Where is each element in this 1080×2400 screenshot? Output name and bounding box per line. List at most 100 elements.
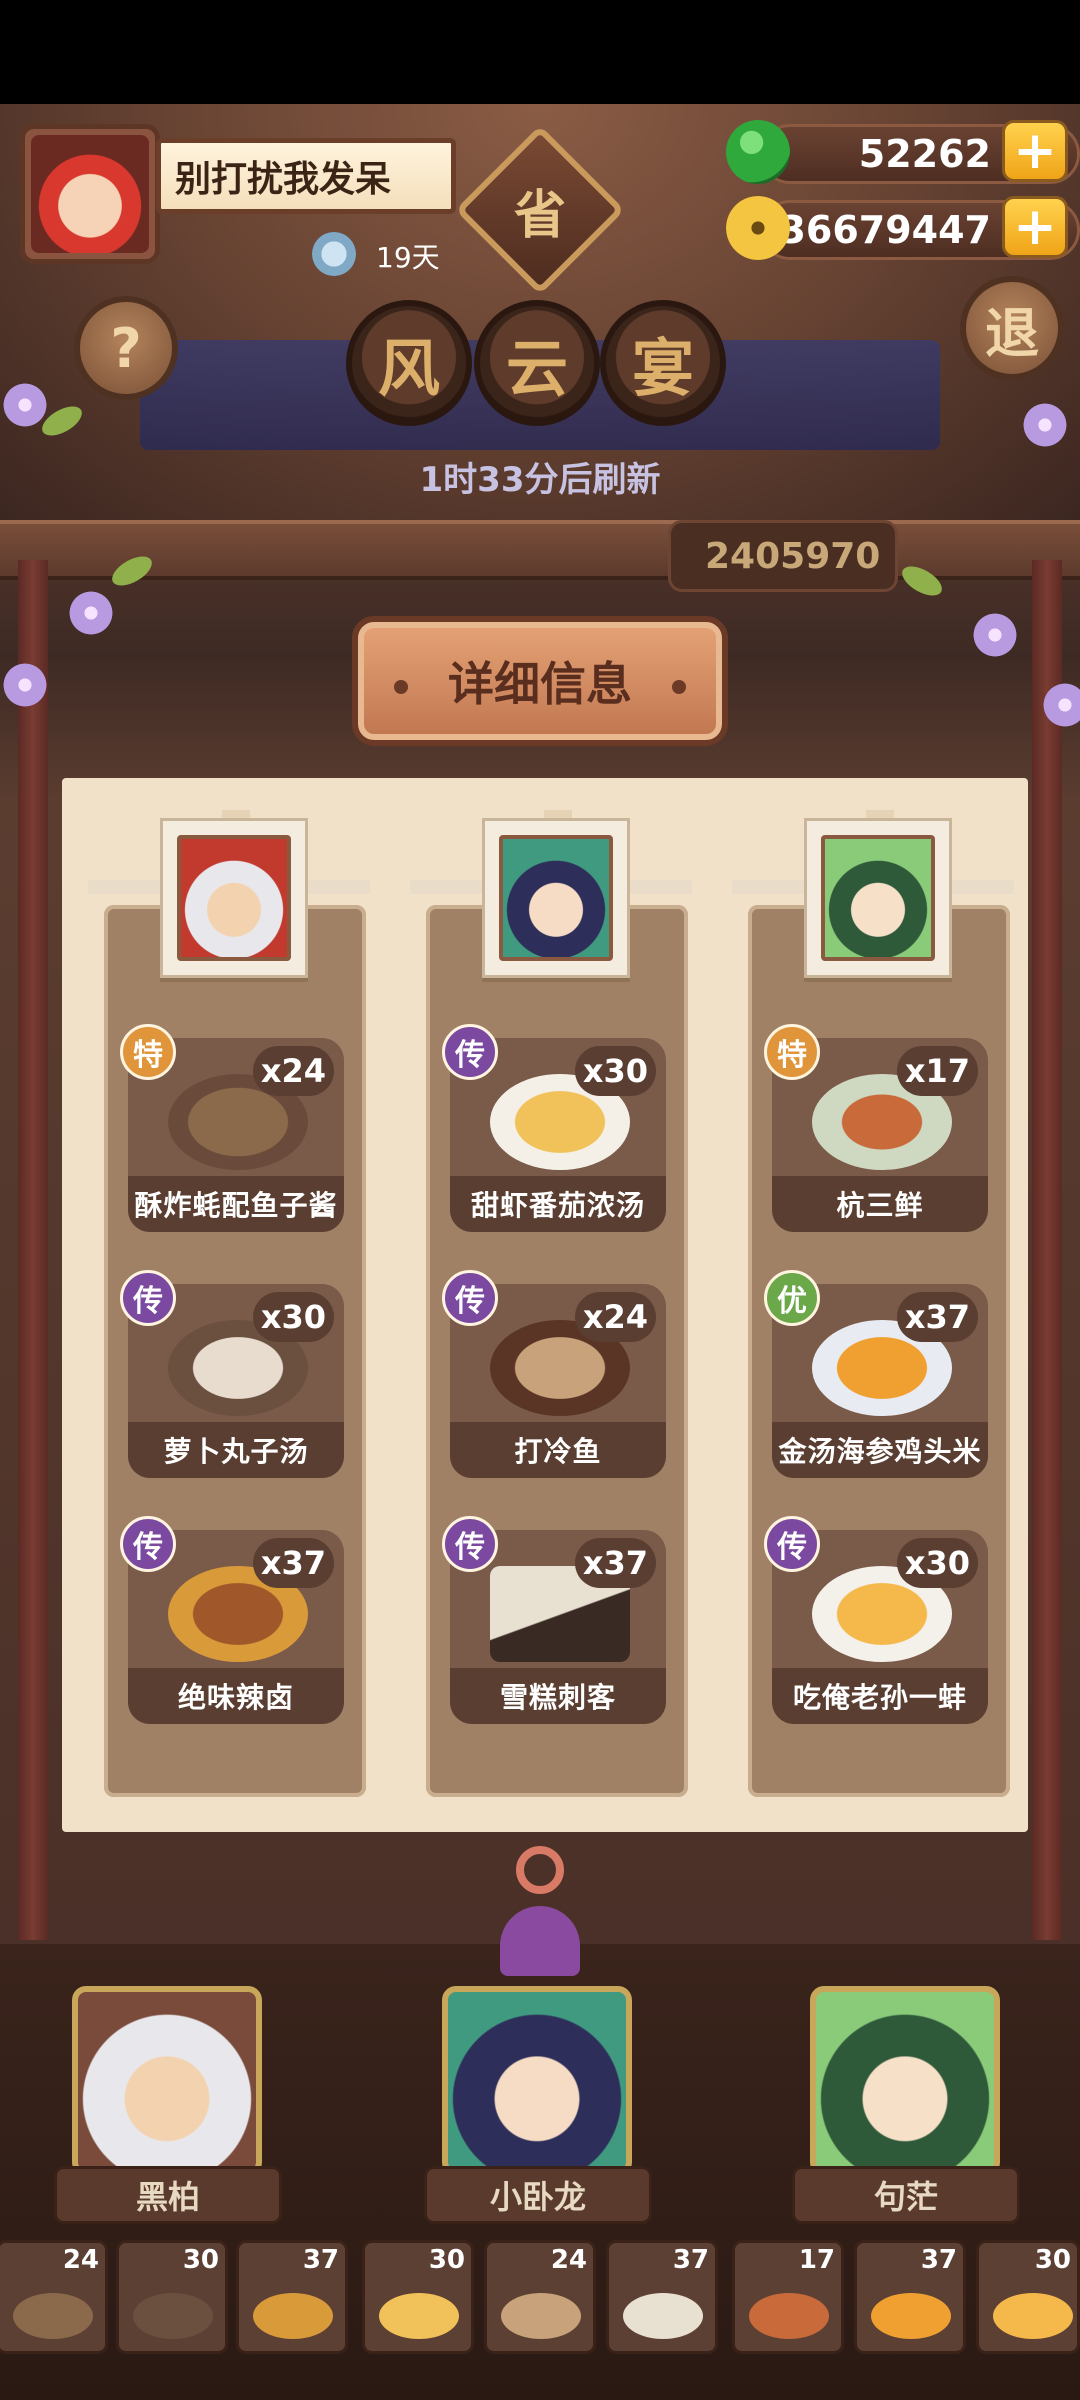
dish-count: x37	[252, 1538, 334, 1588]
dish-card[interactable]: 传 x37 雪糕刺客	[442, 1506, 666, 1726]
tray-dish-image	[993, 2293, 1073, 2339]
dish-card[interactable]: 传 x37 绝味辣卤	[120, 1506, 344, 1726]
dish-name: 雪糕刺客	[450, 1668, 666, 1724]
dish-count: x17	[896, 1046, 978, 1096]
chef-name: 黑柏	[54, 2166, 282, 2224]
chef-card[interactable]	[160, 818, 308, 978]
grade-badge: 传	[120, 1270, 176, 1326]
dish-name: 萝卜丸子汤	[128, 1422, 344, 1478]
player-name: 别打扰我发呆	[156, 138, 456, 214]
tassel-ornament	[500, 1846, 580, 1976]
dish-count: x24	[574, 1292, 656, 1342]
grade-badge: 传	[442, 1516, 498, 1572]
score-plate: 2405970	[668, 520, 898, 592]
tray-dish-image	[13, 2293, 93, 2339]
status-bar	[0, 0, 1080, 104]
tray-dish-count: 24	[62, 2245, 99, 2275]
dish-card[interactable]: 传 x30 萝卜丸子汤	[120, 1260, 344, 1480]
tray-dish-slot[interactable]: 24	[484, 2240, 596, 2354]
tray-dish-slot[interactable]: 30	[362, 2240, 474, 2354]
detail-info-tab[interactable]: 详细信息	[352, 616, 728, 746]
grade-badge: 传	[442, 1270, 498, 1326]
avatar-portrait	[31, 135, 149, 253]
add-jade-button[interactable]: +	[1002, 120, 1068, 182]
tray-dish-image	[871, 2293, 951, 2339]
grade-badge: 特	[120, 1024, 176, 1080]
hourglass-icon	[312, 232, 356, 276]
event-title-char: 宴	[600, 300, 726, 426]
chef-card[interactable]	[804, 818, 952, 978]
exit-button[interactable]: 退	[960, 276, 1064, 380]
tray-dish-count: 24	[550, 2245, 587, 2275]
event-title-char: 云	[474, 300, 600, 426]
chef-portrait	[499, 835, 613, 961]
province-badge-label: 省	[513, 185, 566, 246]
chef-slot[interactable]	[442, 1986, 632, 2176]
tab-dot	[672, 680, 686, 694]
dish-count: x37	[896, 1292, 978, 1342]
dish-card[interactable]: 传 x30 甜虾番茄浓汤	[442, 1014, 666, 1234]
tray-dish-slot[interactable]: 37	[854, 2240, 966, 2354]
flower-icon	[1020, 400, 1070, 450]
tray-dish-image	[253, 2293, 333, 2339]
tray-dish-slot[interactable]: 30	[116, 2240, 228, 2354]
tassel-cap	[500, 1906, 580, 1976]
flower-icon	[66, 588, 116, 638]
chef-slot[interactable]	[72, 1986, 262, 2176]
chef-name: 小卧龙	[424, 2166, 652, 2224]
score-value: 2405970	[705, 535, 881, 577]
tray-dish-slot[interactable]: 37	[606, 2240, 718, 2354]
add-coins-button[interactable]: +	[1002, 196, 1068, 258]
tray-dish-image	[749, 2293, 829, 2339]
tray-dish-image	[623, 2293, 703, 2339]
tray-dish-count: 37	[920, 2245, 957, 2275]
grade-badge: 传	[120, 1516, 176, 1572]
tray-dish-slot[interactable]: 17	[732, 2240, 844, 2354]
left-post	[18, 560, 48, 1940]
dish-count: x30	[896, 1538, 978, 1588]
dish-card[interactable]: 特 x24 酥炸蚝配鱼子酱	[120, 1014, 344, 1234]
tray-dish-image	[501, 2293, 581, 2339]
tray-dish-image	[133, 2293, 213, 2339]
tray-dish-slot[interactable]: 37	[236, 2240, 348, 2354]
dish-card[interactable]: 特 x17 杭三鲜	[764, 1014, 988, 1234]
event-title-char: 风	[346, 300, 472, 426]
dish-name: 金汤海参鸡头米	[772, 1422, 988, 1478]
days-count: 19天	[376, 241, 440, 274]
dish-name: 杭三鲜	[772, 1176, 988, 1232]
tassel-knot	[516, 1846, 564, 1894]
help-button[interactable]: ?	[74, 296, 178, 400]
grade-badge: 优	[764, 1270, 820, 1326]
chef-portrait	[821, 835, 935, 961]
tray-dish-slot[interactable]: 30	[976, 2240, 1080, 2354]
tray-dish-count: 30	[182, 2245, 219, 2275]
dish-name: 打冷鱼	[450, 1422, 666, 1478]
tray-dish-count: 37	[672, 2245, 709, 2275]
tray-dish-count: 30	[428, 2245, 465, 2275]
grade-badge: 传	[442, 1024, 498, 1080]
chef-portrait	[177, 835, 291, 961]
flower-icon	[970, 610, 1020, 660]
refresh-timer: 1时33分后刷新	[419, 460, 661, 500]
flower-icon	[0, 660, 50, 710]
tab-dot	[394, 680, 408, 694]
dish-name: 甜虾番茄浓汤	[450, 1176, 666, 1232]
dish-count: x30	[252, 1292, 334, 1342]
dish-card[interactable]: 优 x37 金汤海参鸡头米	[764, 1260, 988, 1480]
jade-icon	[726, 120, 790, 184]
dish-card[interactable]: 传 x30 吃俺老孙一蚌	[764, 1506, 988, 1726]
tray-dish-slot[interactable]: 24	[0, 2240, 108, 2354]
grade-badge: 特	[764, 1024, 820, 1080]
player-avatar[interactable]	[20, 124, 160, 264]
chef-name: 句茫	[792, 2166, 1020, 2224]
dish-count: x30	[574, 1046, 656, 1096]
dish-card[interactable]: 传 x24 打冷鱼	[442, 1260, 666, 1480]
coin-icon	[726, 196, 790, 260]
tray-dish-count: 37	[302, 2245, 339, 2275]
dish-name: 吃俺老孙一蚌	[772, 1668, 988, 1724]
chef-slot[interactable]	[810, 1986, 1000, 2176]
chef-card[interactable]	[482, 818, 630, 978]
dish-count: x24	[252, 1046, 334, 1096]
dish-name: 绝味辣卤	[128, 1668, 344, 1724]
detail-info-label: 详细信息	[448, 657, 632, 711]
